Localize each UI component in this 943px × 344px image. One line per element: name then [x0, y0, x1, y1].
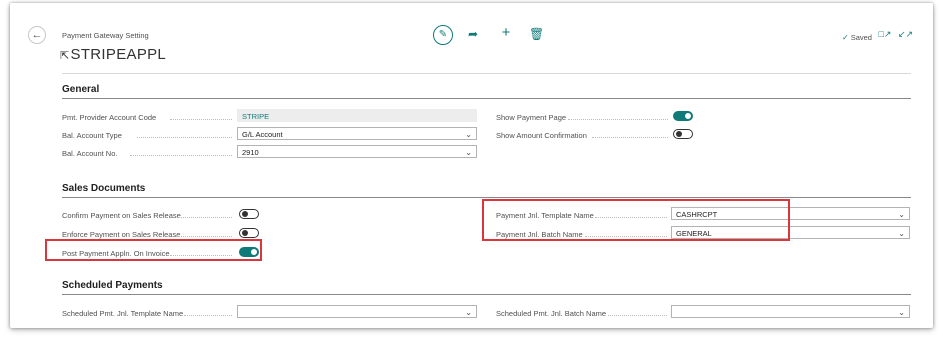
show-payment-page-toggle[interactable]: [673, 111, 693, 121]
show-amount-confirmation-toggle[interactable]: [673, 129, 693, 139]
dotted-leader: [137, 137, 232, 138]
provider-code-label: Pmt. Provider Account Code: [62, 113, 157, 122]
bal-account-type-select[interactable]: G/L Account ⌄: [237, 127, 477, 140]
add-icon[interactable]: +: [499, 25, 513, 41]
chevron-down-icon: ⌄: [465, 130, 472, 139]
dotted-leader: [178, 217, 232, 218]
bal-account-type-value: G/L Account: [242, 130, 283, 139]
show-amount-confirmation-label: Show Amount Confirmation: [496, 131, 587, 140]
open-new-window-icon[interactable]: □↗: [878, 26, 892, 42]
cursor-icon: ⇱: [60, 50, 70, 62]
section-sales-title: Sales Documents: [62, 183, 146, 194]
scheduled-template-select[interactable]: ⌄: [237, 305, 477, 318]
record-title-text: STRIPEAPPL: [70, 46, 167, 63]
dotted-leader: [184, 315, 232, 316]
confirm-payment-label: Confirm Payment on Sales Release: [62, 211, 181, 220]
section-general-title: General: [62, 84, 100, 95]
saved-indicator: ✓ Saved: [842, 33, 872, 42]
delete-icon[interactable]: 🗑: [529, 26, 544, 42]
page-caption: Payment Gateway Setting: [62, 31, 149, 40]
bal-account-no-field[interactable]: 2910 ⌄: [237, 145, 477, 158]
chevron-down-icon: ⌄: [898, 308, 905, 317]
dotted-leader: [170, 119, 232, 120]
saved-check-icon: ✓: [842, 33, 849, 42]
provider-code-field: STRIPE: [237, 109, 477, 122]
bal-account-no-label: Bal. Account No.: [62, 149, 118, 158]
enforce-payment-toggle[interactable]: [239, 228, 259, 238]
bal-account-type-label: Bal. Account Type: [62, 131, 122, 140]
back-arrow-icon[interactable]: ←: [28, 26, 46, 44]
saved-text: Saved: [850, 33, 872, 42]
dotted-leader: [568, 119, 668, 120]
edit-icon[interactable]: ✎: [433, 25, 453, 45]
dotted-leader: [130, 155, 232, 156]
share-icon[interactable]: ➦: [466, 26, 480, 42]
section-scheduled-title: Scheduled Payments: [62, 280, 163, 291]
highlight-box-payment-journal: [482, 199, 790, 241]
dotted-leader: [592, 137, 668, 138]
scheduled-batch-select[interactable]: ⌄: [671, 305, 910, 318]
confirm-payment-toggle[interactable]: [239, 209, 259, 219]
header-divider: [62, 73, 911, 74]
scheduled-template-label: Scheduled Pmt. Jnl. Template Name: [62, 309, 184, 318]
chevron-down-icon: ⌄: [898, 210, 905, 219]
bal-account-no-value: 2910: [242, 148, 259, 157]
section-sales-rule: [62, 197, 911, 198]
highlight-box-post-payment: [45, 239, 262, 261]
section-general-rule: [62, 98, 911, 99]
chevron-down-icon: ⌄: [898, 229, 905, 238]
dotted-leader: [608, 315, 667, 316]
scheduled-batch-label: Scheduled Pmt. Jnl. Batch Name: [496, 309, 607, 318]
record-title: ⇱STRIPEAPPL: [60, 46, 166, 63]
section-scheduled-rule: [62, 294, 911, 295]
collapse-icon[interactable]: ↙↗: [898, 26, 913, 42]
card-page: ← Payment Gateway Setting ⇱STRIPEAPPL ✎ …: [10, 3, 933, 328]
show-payment-page-label: Show Payment Page: [496, 113, 567, 122]
enforce-payment-label: Enforce Payment on Sales Release: [62, 230, 181, 239]
chevron-down-icon: ⌄: [465, 148, 472, 157]
dotted-leader: [176, 236, 232, 237]
chevron-down-icon: ⌄: [465, 308, 472, 317]
